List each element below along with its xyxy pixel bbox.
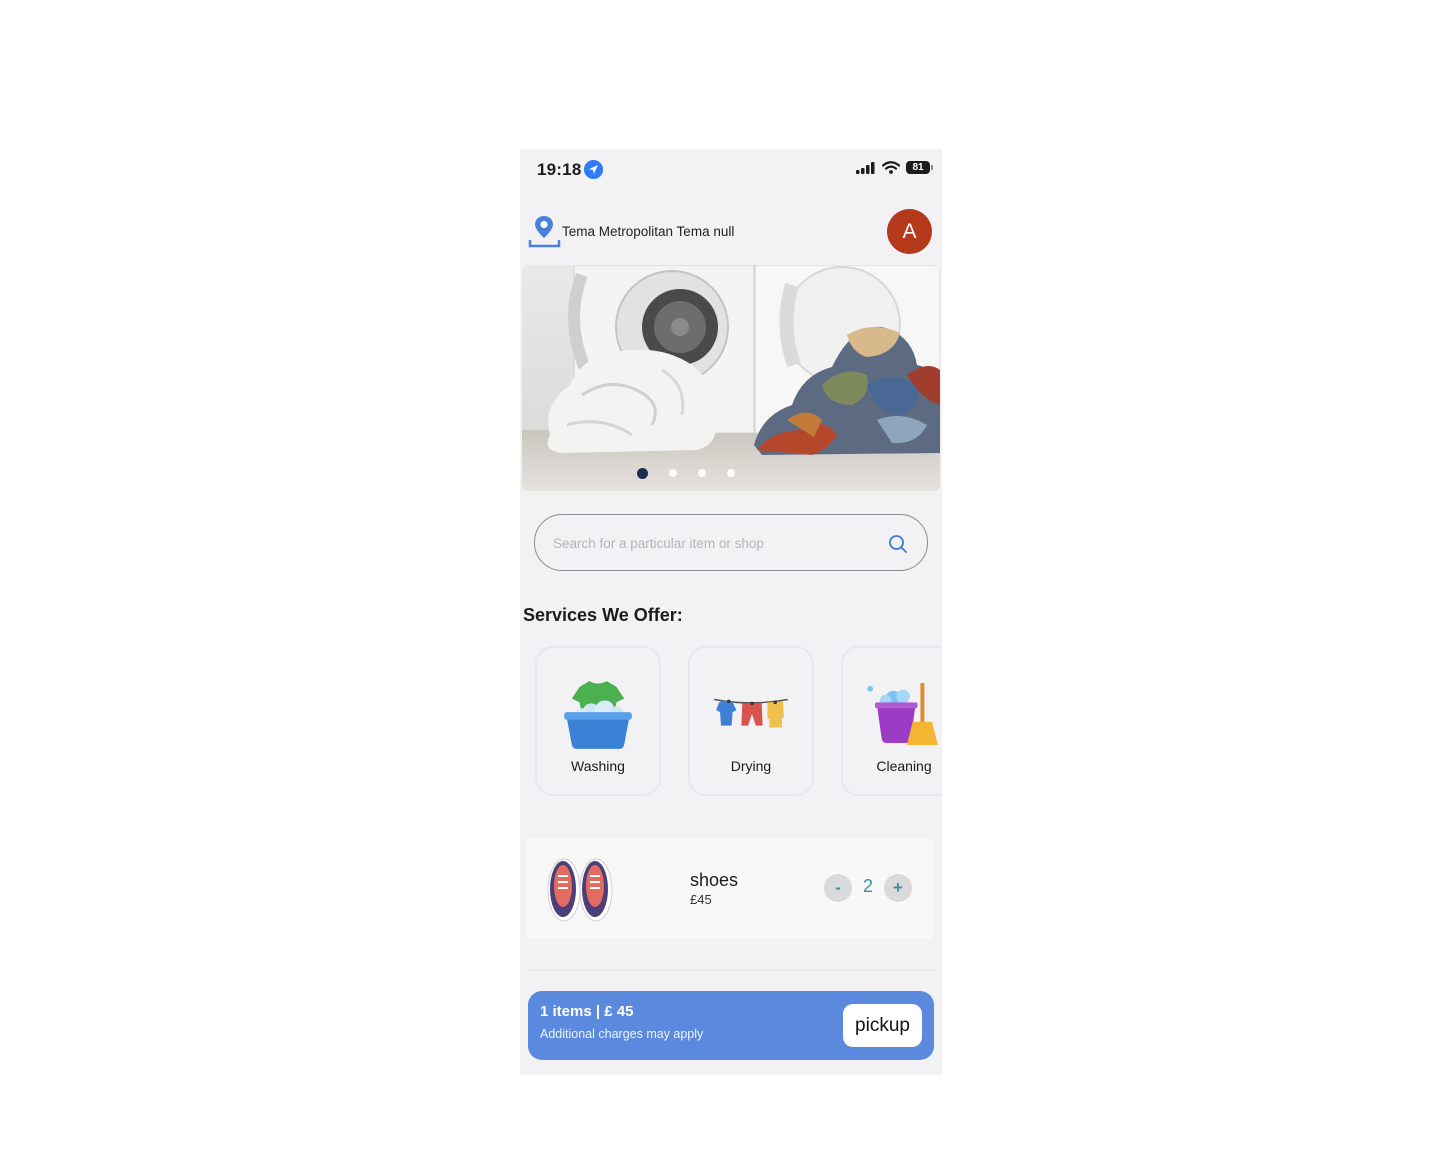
location-header: Tema Metropolitan Tema null A <box>520 207 942 261</box>
pickup-button[interactable]: pickup <box>843 1004 922 1047</box>
services-carousel: Washing Drying Cleaning <box>535 646 942 798</box>
increase-quantity-button[interactable]: + <box>884 874 912 902</box>
clothesline-icon <box>714 698 788 728</box>
map-pin-icon[interactable] <box>528 213 562 249</box>
charges-note: Additional charges may apply <box>540 1027 704 1041</box>
cellular-signal-icon <box>856 161 875 174</box>
item-price: £45 <box>690 892 712 907</box>
promo-banner-carousel[interactable] <box>522 265 940 491</box>
status-time: 19:18 <box>537 160 582 179</box>
search-bar <box>534 514 928 571</box>
wifi-icon <box>882 161 900 174</box>
service-label: Washing <box>571 758 625 774</box>
cart-item: shoes £45 - 2 + <box>527 838 934 939</box>
carousel-dot[interactable] <box>727 469 735 477</box>
search-input[interactable] <box>551 531 875 555</box>
washing-basin-icon <box>564 681 632 749</box>
carousel-indicators <box>522 468 940 479</box>
laundry-banner-image <box>522 265 940 491</box>
cart-summary: 1 items | £ 45 <box>540 1003 634 1020</box>
service-card-washing[interactable]: Washing <box>535 646 661 796</box>
user-avatar[interactable]: A <box>887 209 932 254</box>
location-services-icon <box>584 160 603 179</box>
service-card-cleaning[interactable]: Cleaning <box>841 646 942 796</box>
service-card-drying[interactable]: Drying <box>688 646 814 796</box>
status-indicators: 81 <box>856 161 933 174</box>
carousel-dot[interactable] <box>669 469 677 477</box>
current-location[interactable]: Tema Metropolitan Tema null <box>562 224 734 239</box>
search-icon[interactable] <box>888 534 908 554</box>
battery-icon: 81 <box>906 161 933 174</box>
shoes-icon <box>547 858 613 922</box>
service-label: Cleaning <box>876 758 932 774</box>
services-heading: Services We Offer: <box>523 605 683 625</box>
item-quantity: 2 <box>863 876 874 896</box>
service-label: Drying <box>730 758 772 774</box>
carousel-dot[interactable] <box>698 469 706 477</box>
bucket-broom-icon <box>867 683 938 745</box>
status-bar: 19:18 81 <box>520 149 942 191</box>
phone-screen: 19:18 81 Tema Metropolitan Tema null A S… <box>520 149 942 1075</box>
carousel-dot[interactable] <box>637 468 648 479</box>
decrease-quantity-button[interactable]: - <box>824 874 852 902</box>
checkout-bar: 1 items | £ 45 Additional charges may ap… <box>528 991 934 1060</box>
list-divider <box>527 969 934 971</box>
item-name: shoes <box>690 870 739 890</box>
